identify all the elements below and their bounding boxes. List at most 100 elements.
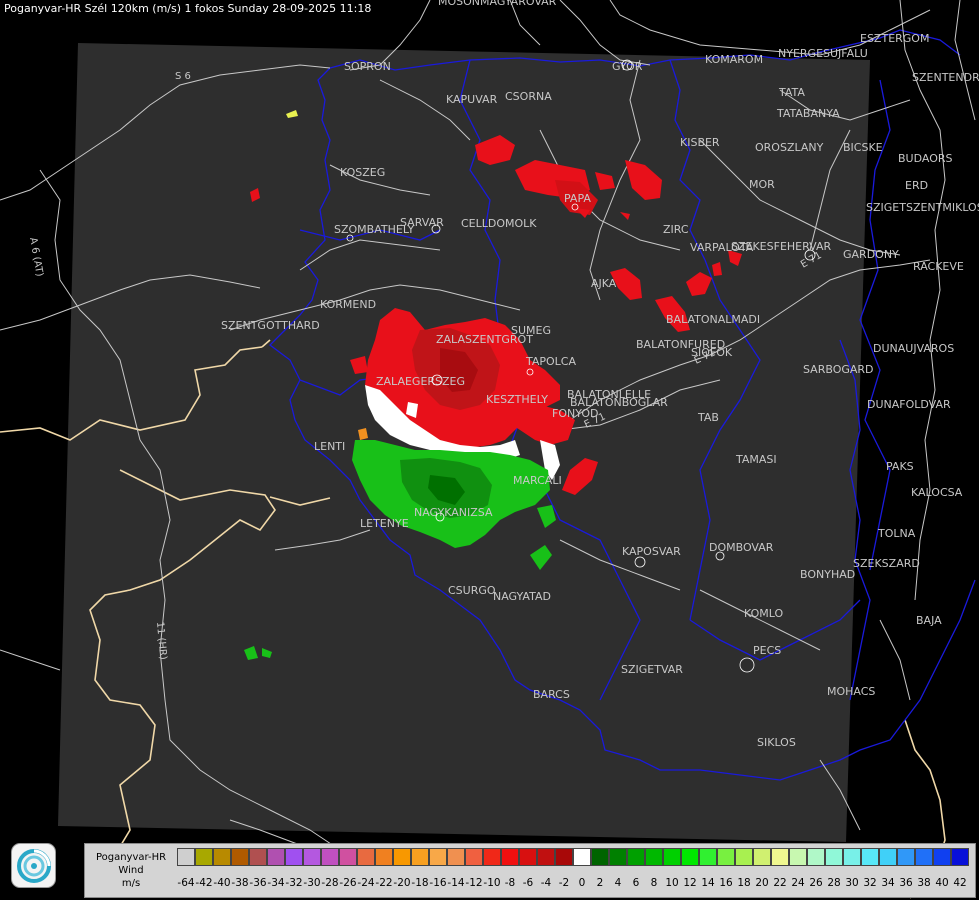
legend-tick-label: 30 — [845, 877, 859, 889]
legend-swatch — [357, 848, 375, 866]
legend-swatch — [735, 848, 753, 866]
legend-tick-label: 12 — [683, 877, 697, 889]
legend-tick-label: -18 — [411, 877, 429, 889]
city-label: MOHACS — [827, 685, 875, 698]
legend-swatch — [195, 848, 213, 866]
legend-swatch — [915, 848, 933, 866]
legend-swatch — [627, 848, 645, 866]
legend-swatch — [285, 848, 303, 866]
legend-swatch — [681, 848, 699, 866]
legend-swatch — [825, 848, 843, 866]
city-label: MOR — [749, 178, 775, 191]
color-legend: Poganyvar-HR Wind m/s -64 -42 -40 -38 -36 -34… — [84, 843, 976, 898]
legend-tick-label: -4 — [540, 877, 552, 889]
legend-tick-label: -20 — [393, 877, 411, 889]
city-label: NAGYKANIZSA — [414, 506, 493, 519]
map-title: Poganyvar-HR Szél 120km (m/s) 1 fokos Su… — [4, 2, 372, 15]
legend-tick-label: -28 — [321, 877, 339, 889]
legend-swatch — [303, 848, 321, 866]
legend-unit: m/s — [121, 878, 141, 889]
city-label: GARDONY — [843, 248, 899, 261]
legend-tick-label: -34 — [267, 877, 285, 889]
legend-tick-label: -10 — [483, 877, 501, 889]
city-label: PECS — [753, 644, 781, 657]
city-label: BONYHAD — [800, 568, 855, 581]
legend-tick-label: 32 — [863, 877, 877, 889]
city-label: SIKLOS — [757, 736, 796, 749]
legend-tick-label: -8 — [504, 877, 516, 889]
legend-tick-label: -2 — [558, 877, 570, 889]
legend-swatch — [663, 848, 681, 866]
legend-tick-label: -32 — [285, 877, 303, 889]
radar-map: MOSONMAGYAROVAR SOPRON GYOR KOMAROM ESZT… — [0, 0, 979, 900]
legend-swatch — [483, 848, 501, 866]
legend-tick-label: -22 — [375, 877, 393, 889]
legend-swatch — [933, 848, 951, 866]
city-label: SZIGETVAR — [621, 663, 683, 676]
city-label: MARCALI — [513, 474, 562, 487]
city-label: KAPOSVAR — [622, 545, 681, 558]
legend-tick-label: 24 — [791, 877, 805, 889]
legend-ticks: -64 -42 -40 -38 -36 -34 -32 -30 -28 -26 -24 -22 -20-… — [177, 877, 969, 889]
city-label: BUDAORS — [898, 152, 953, 165]
city-label: KAPUVAR — [446, 93, 498, 106]
legend-swatch — [501, 848, 519, 866]
city-label: ESZTERGOM — [860, 32, 929, 45]
legend-tick-label: 0 — [578, 877, 586, 889]
legend-tick-label: -42 — [195, 877, 213, 889]
city-label: PAKS — [886, 460, 914, 473]
legend-title: Poganyvar-HR Wind m/s — [85, 844, 177, 897]
city-label: OROSZLANY — [755, 141, 824, 154]
legend-swatch — [897, 848, 915, 866]
legend-tick-label: -12 — [465, 877, 483, 889]
legend-swatch — [951, 848, 969, 866]
city-label: LETENYE — [360, 517, 409, 530]
legend-tick-label: 26 — [809, 877, 823, 889]
city-label: AJKA — [591, 277, 617, 290]
legend-tick-label: 8 — [650, 877, 658, 889]
legend-tick-label: 16 — [719, 877, 733, 889]
legend-swatch — [429, 848, 447, 866]
legend-swatch — [519, 848, 537, 866]
city-label: SZEKSZARD — [853, 557, 920, 570]
legend-tick-label: 6 — [632, 877, 640, 889]
legend-swatch — [591, 848, 609, 866]
city-label: SZIGETSZENTMIKLOS — [866, 201, 979, 214]
legend-swatch — [645, 848, 663, 866]
city-label: GYOR — [612, 60, 643, 73]
legend-swatches — [177, 848, 969, 866]
legend-swatch — [717, 848, 735, 866]
city-label: BAJA — [916, 614, 942, 627]
city-label: ERD — [905, 179, 928, 192]
city-label: ZALASZENTGROT — [436, 333, 533, 346]
legend-tick-label: 34 — [881, 877, 895, 889]
legend-swatch — [555, 848, 573, 866]
legend-tick-label: 22 — [773, 877, 787, 889]
legend-swatch — [753, 848, 771, 866]
legend-swatch — [537, 848, 555, 866]
legend-swatch — [699, 848, 717, 866]
legend-swatch — [411, 848, 429, 866]
legend-tick-label: -14 — [447, 877, 465, 889]
legend-swatch — [231, 848, 249, 866]
city-label: CSORNA — [505, 90, 552, 103]
legend-swatch — [213, 848, 231, 866]
city-label: TAMASI — [735, 453, 777, 466]
city-label: DUNAUJVAROS — [873, 342, 954, 355]
city-label: BARCS — [533, 688, 570, 701]
city-label: KISBER — [680, 136, 720, 149]
legend-tick-label: 20 — [755, 877, 769, 889]
city-label: CSURGO — [448, 584, 496, 597]
city-label: KESZTHELY — [486, 393, 548, 406]
legend-tick-label: 38 — [917, 877, 931, 889]
legend-tick-label: 28 — [827, 877, 841, 889]
city-label: SARBOGARD — [803, 363, 874, 376]
legend-swatch — [861, 848, 879, 866]
legend-tick-label: -6 — [522, 877, 534, 889]
legend-swatch — [609, 848, 627, 866]
legend-swatch — [789, 848, 807, 866]
road-label: S 6 — [175, 71, 191, 82]
legend-tick-label: -30 — [303, 877, 321, 889]
city-label: NYERGESUJFALU — [778, 47, 868, 60]
legend-tick-label: 14 — [701, 877, 715, 889]
